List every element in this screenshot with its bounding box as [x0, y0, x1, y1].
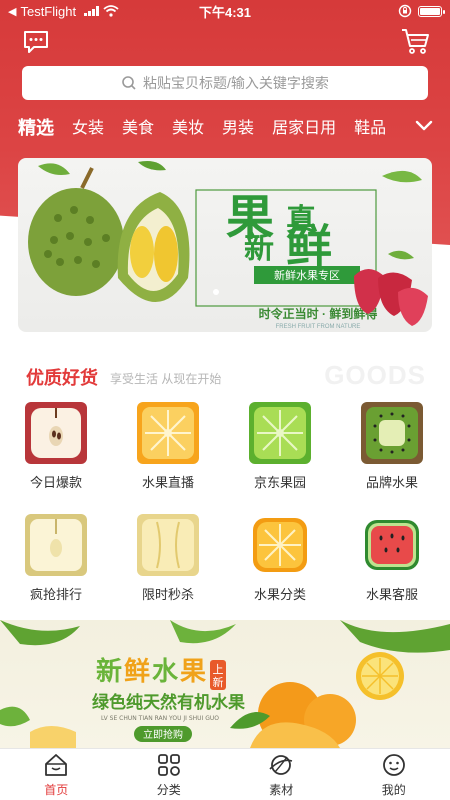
- chevron-down-icon[interactable]: [414, 116, 434, 136]
- banner-char-4: 鲜: [286, 219, 332, 273]
- kiwi-icon: [361, 402, 423, 464]
- banner2-pinyin: LV SE CHUN TIAN RAN YOU JI SHUI GUO: [101, 715, 219, 722]
- banner-tag: 新鲜水果专区: [274, 268, 340, 282]
- category-tab[interactable]: 居家日用: [272, 114, 354, 140]
- banner2-char-4: 果: [180, 657, 206, 687]
- grid-item[interactable]: 水果客服: [336, 514, 448, 603]
- tab-profile[interactable]: 我的: [338, 749, 450, 800]
- tab-home[interactable]: 首页: [0, 749, 113, 800]
- goods-subtitle: 享受生活 从现在开始: [110, 372, 222, 386]
- orange-cube-icon: [249, 514, 311, 576]
- banner2-subtitle: 绿色纯天然有机水果: [92, 692, 245, 713]
- profile-icon: [382, 753, 405, 776]
- banner2-char-2: 鲜: [124, 657, 150, 687]
- tab-category[interactable]: 分类: [113, 749, 226, 800]
- pear-half-icon: [25, 514, 87, 576]
- top-bar: [0, 26, 450, 60]
- category-tabs: 精选 女装 美食 美妆 男装 居家日用 鞋品: [0, 110, 450, 144]
- banner-slogan-en: FRESH FRUIT FROM NATURE: [276, 324, 361, 330]
- status-bar: ◀ TestFlight 下午4:31: [0, 0, 450, 22]
- grid-item-label: 品牌水果: [365, 475, 418, 490]
- promo-banner[interactable]: 果 真 新 鲜 新鲜水果专区 时令正当时 · 鲜到鲜得 FRESH FRUIT …: [18, 158, 432, 332]
- wifi-icon: [103, 5, 119, 17]
- grid-item[interactable]: 限时秒杀: [112, 514, 224, 603]
- category-grid: 今日爆款 水果直播 京东果园 品牌水果 疯抢排行 限时秒杀 水果分类 水果客服: [0, 398, 450, 616]
- battery-icon: [418, 5, 445, 17]
- banner-slogan: 时令正当时 · 鲜到鲜得: [259, 306, 378, 321]
- category-tab[interactable]: 美妆: [172, 114, 222, 140]
- status-time: 下午4:31: [198, 4, 252, 20]
- category-tab[interactable]: 鞋品: [354, 114, 400, 140]
- grid-item[interactable]: 品牌水果: [336, 402, 448, 491]
- signal-icon: [84, 6, 100, 16]
- category-list: 精选 女装 美食 美妆 男装 居家日用 鞋品: [0, 114, 400, 140]
- grid-item-label: 水果直播: [141, 475, 194, 490]
- search-icon: [122, 76, 136, 90]
- tab-bar: 首页 分类 素材 我的: [0, 748, 450, 800]
- grid-item[interactable]: 今日爆款: [0, 402, 112, 491]
- banner2-button[interactable]: 立即抢购: [143, 728, 183, 741]
- banner2-badge-top: 上: [213, 663, 224, 676]
- banner-char-3: 新: [244, 231, 274, 266]
- category-tab[interactable]: 精选: [18, 114, 72, 140]
- grid-item-label: 水果分类: [253, 587, 306, 602]
- category-tab[interactable]: 女装: [72, 114, 122, 140]
- grid-item[interactable]: 水果分类: [224, 514, 336, 603]
- apple-half-icon: [25, 402, 87, 464]
- goods-section-header: 优质好货 享受生活 从现在开始 GOODS: [10, 348, 440, 398]
- goods-watermark: GOODS: [324, 360, 426, 390]
- pager-dot[interactable]: [213, 289, 219, 295]
- lime-slice-icon: [249, 402, 311, 464]
- grid-item-label: 水果客服: [365, 587, 418, 602]
- grid-item-label: 今日爆款: [29, 475, 82, 490]
- banner-artwork: 果 真 新 鲜 新鲜水果专区 时令正当时 · 鲜到鲜得 FRESH FRUIT …: [28, 161, 428, 330]
- grid-item[interactable]: 京东果园: [224, 402, 336, 491]
- grid-item[interactable]: 疯抢排行: [0, 514, 112, 603]
- search-placeholder: 粘贴宝贝标题/输入关键字搜索: [143, 75, 329, 91]
- grid-item[interactable]: 水果直播: [112, 402, 224, 491]
- back-arrow-icon[interactable]: ◀: [8, 5, 16, 18]
- grid-item-label: 疯抢排行: [29, 587, 82, 602]
- orange-slice-icon: [137, 402, 199, 464]
- banner2-badge-bottom: 新: [213, 675, 224, 689]
- search-input[interactable]: 粘贴宝贝标题/输入关键字搜索: [22, 66, 428, 100]
- cart-icon[interactable]: [400, 26, 430, 56]
- orientation-lock-icon: [398, 4, 412, 18]
- message-icon[interactable]: [22, 28, 50, 56]
- banner2-artwork: 新 鲜 水 果 上 新 绿色纯天然有机水果 LV SE CHUN TIAN RA…: [0, 620, 450, 748]
- banner2-char-3: 水: [152, 657, 179, 687]
- category-icon: [157, 753, 180, 776]
- tab-home-label: 首页: [44, 782, 69, 797]
- tab-material-label: 素材: [269, 782, 294, 797]
- fruit-promo-banner[interactable]: 新 鲜 水 果 上 新 绿色纯天然有机水果 LV SE CHUN TIAN RA…: [0, 620, 450, 748]
- banana-icon: [137, 514, 199, 576]
- banner2-char-1: 新: [96, 656, 122, 687]
- tab-profile-label: 我的: [381, 782, 406, 797]
- goods-title: 优质好货: [26, 368, 98, 388]
- category-tab[interactable]: 男装: [222, 114, 272, 140]
- planet-icon: [269, 754, 293, 775]
- home-icon: [45, 753, 68, 776]
- grid-item-label: 限时秒杀: [141, 587, 194, 602]
- tab-category-label: 分类: [156, 782, 181, 797]
- watermelon-icon: [361, 514, 423, 576]
- grid-item-label: 京东果园: [253, 475, 306, 490]
- tab-material[interactable]: 素材: [225, 749, 338, 800]
- category-tab[interactable]: 美食: [122, 114, 172, 140]
- carrier-label: TestFlight: [20, 3, 77, 19]
